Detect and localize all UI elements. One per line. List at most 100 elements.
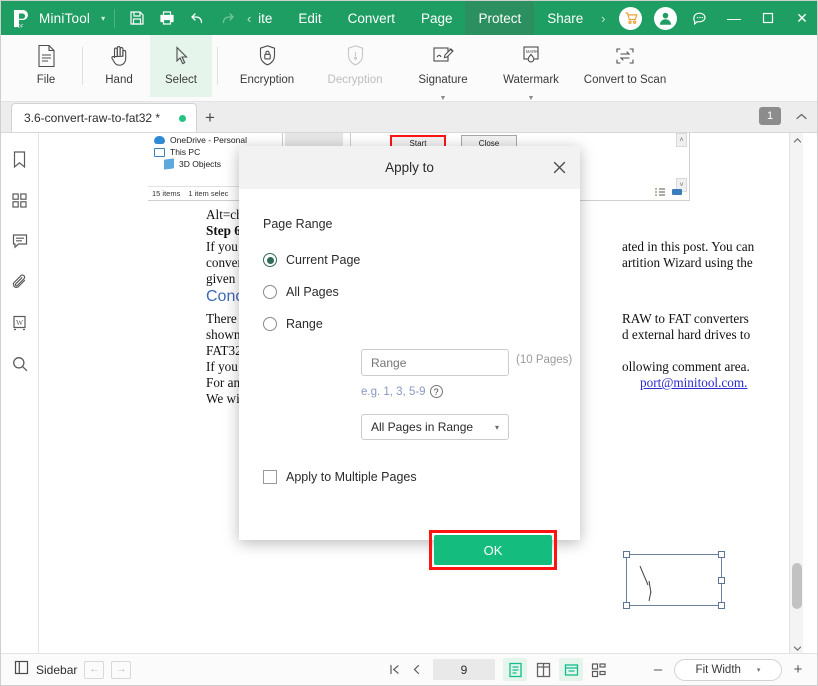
document-tab[interactable]: 3.6-convert-raw-to-fat32 * bbox=[11, 103, 197, 132]
ribbon-watermark-button[interactable]: MARK Watermark ▼ bbox=[487, 35, 575, 102]
range-input[interactable] bbox=[361, 349, 509, 376]
signature-pen-icon bbox=[431, 42, 455, 70]
maximize-button[interactable] bbox=[751, 1, 785, 35]
zoom-in-button[interactable]: + bbox=[791, 661, 805, 678]
canvas-vertical-scrollbar[interactable] bbox=[789, 133, 803, 655]
chevron-up-icon[interactable] bbox=[791, 106, 811, 126]
ribbon-encryption-button[interactable]: Encryption bbox=[223, 35, 311, 97]
help-icon[interactable]: ? bbox=[429, 385, 443, 398]
nav-back-button[interactable]: ← bbox=[84, 660, 105, 679]
chevron-down-icon[interactable]: ▼ bbox=[440, 95, 447, 102]
radio-all-pages[interactable]: All Pages bbox=[263, 277, 556, 307]
account-icon[interactable] bbox=[654, 6, 677, 30]
explorer-tree-item-label: This PC bbox=[170, 147, 201, 157]
embedded-view-icons bbox=[654, 187, 683, 197]
document-tab-title: 3.6-convert-raw-to-fat32 * bbox=[24, 111, 161, 125]
continuous-view-button[interactable] bbox=[559, 658, 583, 681]
page-number-input[interactable]: 9 bbox=[433, 659, 495, 680]
menu-item-page[interactable]: Page bbox=[408, 1, 466, 35]
two-page-view-button[interactable] bbox=[531, 658, 555, 681]
ribbon-hand-button[interactable]: Hand bbox=[88, 35, 150, 97]
resize-handle-ne[interactable] bbox=[718, 551, 725, 558]
radio-current-page[interactable]: Current Page bbox=[263, 245, 556, 275]
ribbon-divider-1 bbox=[82, 47, 83, 85]
undo-icon[interactable] bbox=[182, 3, 212, 33]
ribbon-convert-to-scan-button[interactable]: Convert to Scan bbox=[575, 35, 675, 97]
apply-multiple-pages-box[interactable] bbox=[263, 470, 277, 484]
close-button[interactable]: ✕ bbox=[785, 1, 817, 35]
ribbon-select-label: Select bbox=[165, 74, 197, 86]
cart-icon[interactable] bbox=[619, 6, 642, 30]
menu-scroll-right[interactable]: › bbox=[596, 1, 610, 35]
menu-item-edit[interactable]: Edit bbox=[285, 1, 334, 35]
previous-page-button[interactable] bbox=[406, 659, 426, 681]
doc-email-link[interactable]: port@minitool.com. bbox=[640, 375, 747, 392]
grid-view-button[interactable] bbox=[587, 658, 611, 681]
bookmark-icon[interactable] bbox=[8, 147, 32, 171]
scrollbar-thumb[interactable] bbox=[792, 563, 802, 609]
ribbon-select-button[interactable]: Select bbox=[150, 35, 212, 97]
radio-all-pages-control[interactable] bbox=[263, 285, 277, 299]
svg-text:PDF: PDF bbox=[15, 23, 24, 28]
feedback-icon[interactable] bbox=[683, 1, 717, 35]
attachment-icon[interactable] bbox=[8, 270, 32, 294]
left-tool-rail: W bbox=[1, 133, 39, 655]
zoom-level-select[interactable]: Fit Width ▾ bbox=[674, 658, 782, 681]
chevron-down-icon[interactable]: ▾ bbox=[495, 423, 499, 432]
page-count-text: (10 Pages) bbox=[516, 354, 573, 366]
resize-handle-sw[interactable] bbox=[623, 602, 630, 609]
sidebar-toggle[interactable]: Sidebar bbox=[14, 660, 77, 680]
scroll-up-arrow[interactable] bbox=[790, 133, 803, 147]
ribbon-signature-button[interactable]: Signature ▼ bbox=[399, 35, 487, 102]
thumbnails-icon[interactable] bbox=[8, 188, 32, 212]
resize-handle-se[interactable] bbox=[718, 602, 725, 609]
print-icon[interactable] bbox=[152, 3, 182, 33]
document-tab-strip: 3.6-convert-raw-to-fat32 * + 1 bbox=[1, 102, 817, 133]
radio-current-page-control[interactable] bbox=[263, 253, 277, 267]
menu-item-share[interactable]: Share bbox=[534, 1, 596, 35]
ribbon-toolbar: File Hand Select Encryption Decryption S… bbox=[1, 35, 817, 102]
search-icon[interactable] bbox=[8, 352, 32, 376]
new-tab-button[interactable]: + bbox=[197, 103, 223, 132]
single-page-view-button[interactable] bbox=[503, 658, 527, 681]
radio-range-control[interactable] bbox=[263, 317, 277, 331]
resize-handle-nw[interactable] bbox=[623, 551, 630, 558]
page-badge: 1 bbox=[759, 107, 781, 125]
selected-object-frame[interactable] bbox=[623, 551, 725, 609]
comment-icon[interactable] bbox=[8, 229, 32, 253]
doc-line: ollowing comment area. bbox=[622, 359, 750, 374]
redo-icon[interactable] bbox=[212, 3, 242, 33]
hand-icon bbox=[108, 42, 131, 70]
chevron-down-icon[interactable]: ▾ bbox=[757, 666, 761, 674]
menu-item-convert[interactable]: Convert bbox=[335, 1, 408, 35]
first-page-button[interactable] bbox=[384, 659, 404, 681]
ok-button-highlight: OK bbox=[429, 530, 557, 570]
chevron-down-icon[interactable]: ▼ bbox=[528, 95, 535, 102]
apply-to-dialog: Apply to Page Range Current Page All Pag… bbox=[239, 146, 580, 570]
menu-item-protect[interactable]: Protect bbox=[465, 1, 535, 35]
ribbon-file-button[interactable]: File bbox=[15, 35, 77, 97]
range-hint: e.g. 1, 3, 5-9 ? bbox=[361, 385, 443, 398]
menu-scroll-left[interactable]: ‹ bbox=[242, 1, 256, 35]
apply-multiple-pages-checkbox[interactable]: Apply to Multiple Pages bbox=[263, 470, 417, 484]
sidebar-label: Sidebar bbox=[36, 662, 78, 677]
minitool-logo-icon: PDF bbox=[11, 8, 32, 29]
minimize-button[interactable]: — bbox=[717, 1, 751, 35]
ribbon-decryption-button[interactable]: Decryption bbox=[311, 35, 399, 97]
word-icon[interactable]: W bbox=[8, 311, 32, 335]
menu-item-site[interactable]: ite bbox=[256, 1, 285, 35]
unsaved-indicator-dot bbox=[179, 114, 186, 122]
save-icon[interactable] bbox=[122, 3, 152, 33]
radio-all-pages-label: All Pages bbox=[286, 285, 339, 299]
app-logo[interactable]: PDF MiniTool ▾ bbox=[1, 8, 107, 29]
resize-handle-e[interactable] bbox=[718, 577, 725, 584]
range-subset-select[interactable]: All Pages in Range ▾ bbox=[361, 414, 509, 440]
close-icon[interactable] bbox=[549, 157, 570, 178]
zoom-out-button[interactable]: – bbox=[651, 661, 665, 678]
dialog-title: Apply to bbox=[385, 160, 434, 175]
onedrive-icon bbox=[154, 136, 165, 144]
radio-range[interactable]: Range bbox=[263, 309, 556, 339]
nav-forward-button[interactable]: → bbox=[111, 660, 132, 679]
ok-button[interactable]: OK bbox=[434, 535, 552, 565]
brand-dropdown-caret[interactable]: ▾ bbox=[101, 14, 105, 23]
